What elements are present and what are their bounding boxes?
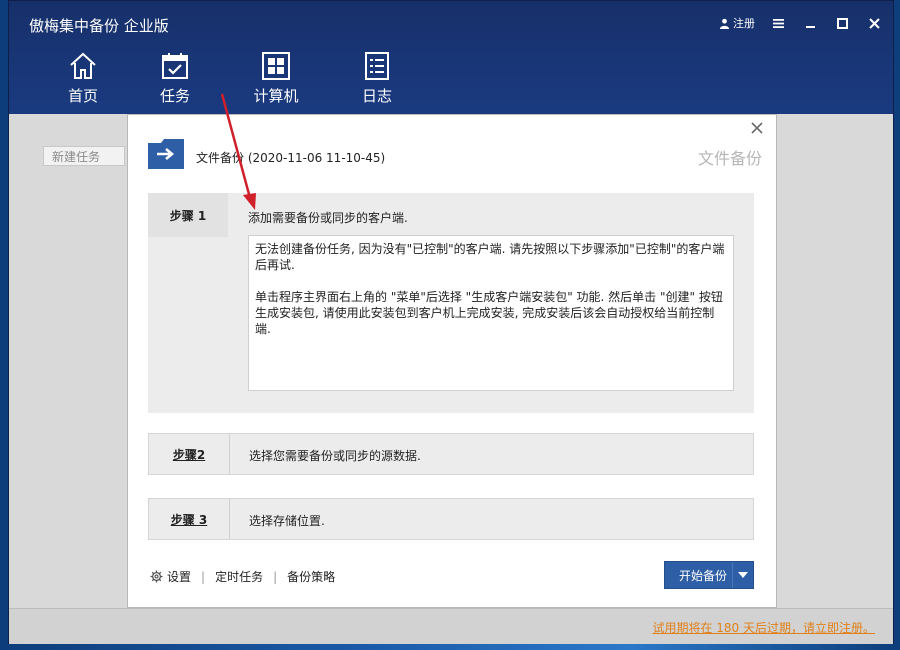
start-backup-button[interactable]: 开始备份	[664, 561, 754, 589]
maximize-icon	[836, 17, 848, 29]
step-3-section[interactable]: 步骤 3 选择存储位置.	[148, 498, 754, 540]
nav-logs-label: 日志	[361, 87, 392, 105]
left-panel: 新建任务	[9, 114, 127, 608]
close-window-button[interactable]	[865, 15, 883, 31]
step-2-description: 选择您需要备份或同步的源数据.	[249, 449, 421, 463]
maximize-button[interactable]	[833, 15, 851, 31]
dialog-close-button[interactable]	[750, 121, 764, 138]
minimize-icon	[805, 25, 815, 28]
start-backup-label: 开始备份	[679, 568, 728, 583]
step-1-section: 步骤 1 添加需要备份或同步的客户端. 无法创建备份任务, 因为没有"已控制"的…	[148, 193, 754, 413]
separator: |	[273, 569, 278, 584]
message-paragraph-2: 单击程序主界面右上角的 "菜单"后选择 "生成客户端安装包" 功能. 然后单击 …	[255, 290, 723, 336]
step-1-label[interactable]: 步骤 1	[148, 193, 228, 237]
nav-computers-label: 计算机	[253, 87, 299, 105]
title-bar: 傲梅集中备份 企业版 注册 首页 任务 计算机 日志	[9, 1, 893, 114]
app-window: 傲梅集中备份 企业版 注册 首页 任务 计算机 日志 新建任务 文件备份 (20…	[8, 0, 894, 644]
windows-icon	[262, 52, 290, 80]
step-2-section[interactable]: 步骤2 选择您需要备份或同步的源数据.	[148, 433, 754, 475]
close-icon	[751, 122, 763, 134]
nav-logs[interactable]: 日志	[331, 51, 423, 106]
right-panel	[777, 114, 893, 608]
nav-tasks-label: 任务	[159, 87, 190, 105]
schedule-link[interactable]: 定时任务	[215, 568, 263, 585]
minimize-button[interactable]	[801, 15, 819, 31]
settings-link[interactable]: 设置	[150, 568, 191, 585]
menu-button[interactable]	[769, 15, 787, 31]
settings-label: 设置	[167, 570, 192, 584]
backup-policy-link[interactable]: 备份策略	[287, 568, 335, 585]
step-1-message-box: 无法创建备份任务, 因为没有"已控制"的客户端. 请先按照以下步骤添加"已控制"…	[248, 235, 734, 391]
status-bar: 试用期将在 180 天后过期，请立即注册。	[9, 608, 893, 644]
nav-home-label: 首页	[67, 87, 98, 105]
nav-home[interactable]: 首页	[37, 51, 129, 106]
separator: |	[201, 569, 206, 584]
window-controls: 注册	[719, 15, 883, 31]
hamburger-menu-icon	[772, 18, 784, 28]
nav-computers[interactable]: 计算机	[221, 51, 331, 106]
step-2-label[interactable]: 步骤2	[149, 434, 230, 474]
caret-down-icon	[738, 572, 749, 578]
gear-icon	[150, 570, 163, 583]
step-3-description: 选择存储位置.	[249, 514, 325, 528]
file-backup-dialog: 文件备份 (2020-11-06 11-10-45) 文件备份 步骤 1 添加需…	[127, 114, 777, 608]
close-icon	[868, 17, 880, 29]
step-3-label[interactable]: 步骤 3	[149, 499, 230, 539]
register-label: 注册	[733, 17, 755, 30]
nav-tasks[interactable]: 任务	[129, 51, 221, 106]
step-1-description: 添加需要备份或同步的客户端.	[248, 211, 408, 225]
new-task-button[interactable]: 新建任务	[43, 146, 125, 166]
calendar-check-icon	[162, 53, 188, 79]
start-backup-dropdown[interactable]	[732, 562, 753, 588]
dialog-footer-links: 设置 | 定时任务 | 备份策略	[150, 568, 335, 585]
trial-register-link[interactable]: 试用期将在 180 天后过期，请立即注册。	[652, 619, 875, 636]
home-icon	[70, 52, 96, 79]
app-title: 傲梅集中备份 企业版	[29, 17, 169, 35]
register-button[interactable]: 注册	[719, 15, 755, 31]
user-icon	[719, 18, 730, 29]
message-paragraph-1: 无法创建备份任务, 因为没有"已控制"的客户端. 请先按照以下步骤添加"已控制"…	[255, 242, 725, 272]
dialog-heading: 文件备份	[697, 149, 762, 168]
main-nav: 首页 任务 计算机 日志	[37, 51, 423, 106]
log-list-icon	[365, 52, 389, 80]
dialog-title: 文件备份 (2020-11-06 11-10-45)	[196, 151, 386, 165]
folder-arrow-icon	[148, 139, 184, 169]
